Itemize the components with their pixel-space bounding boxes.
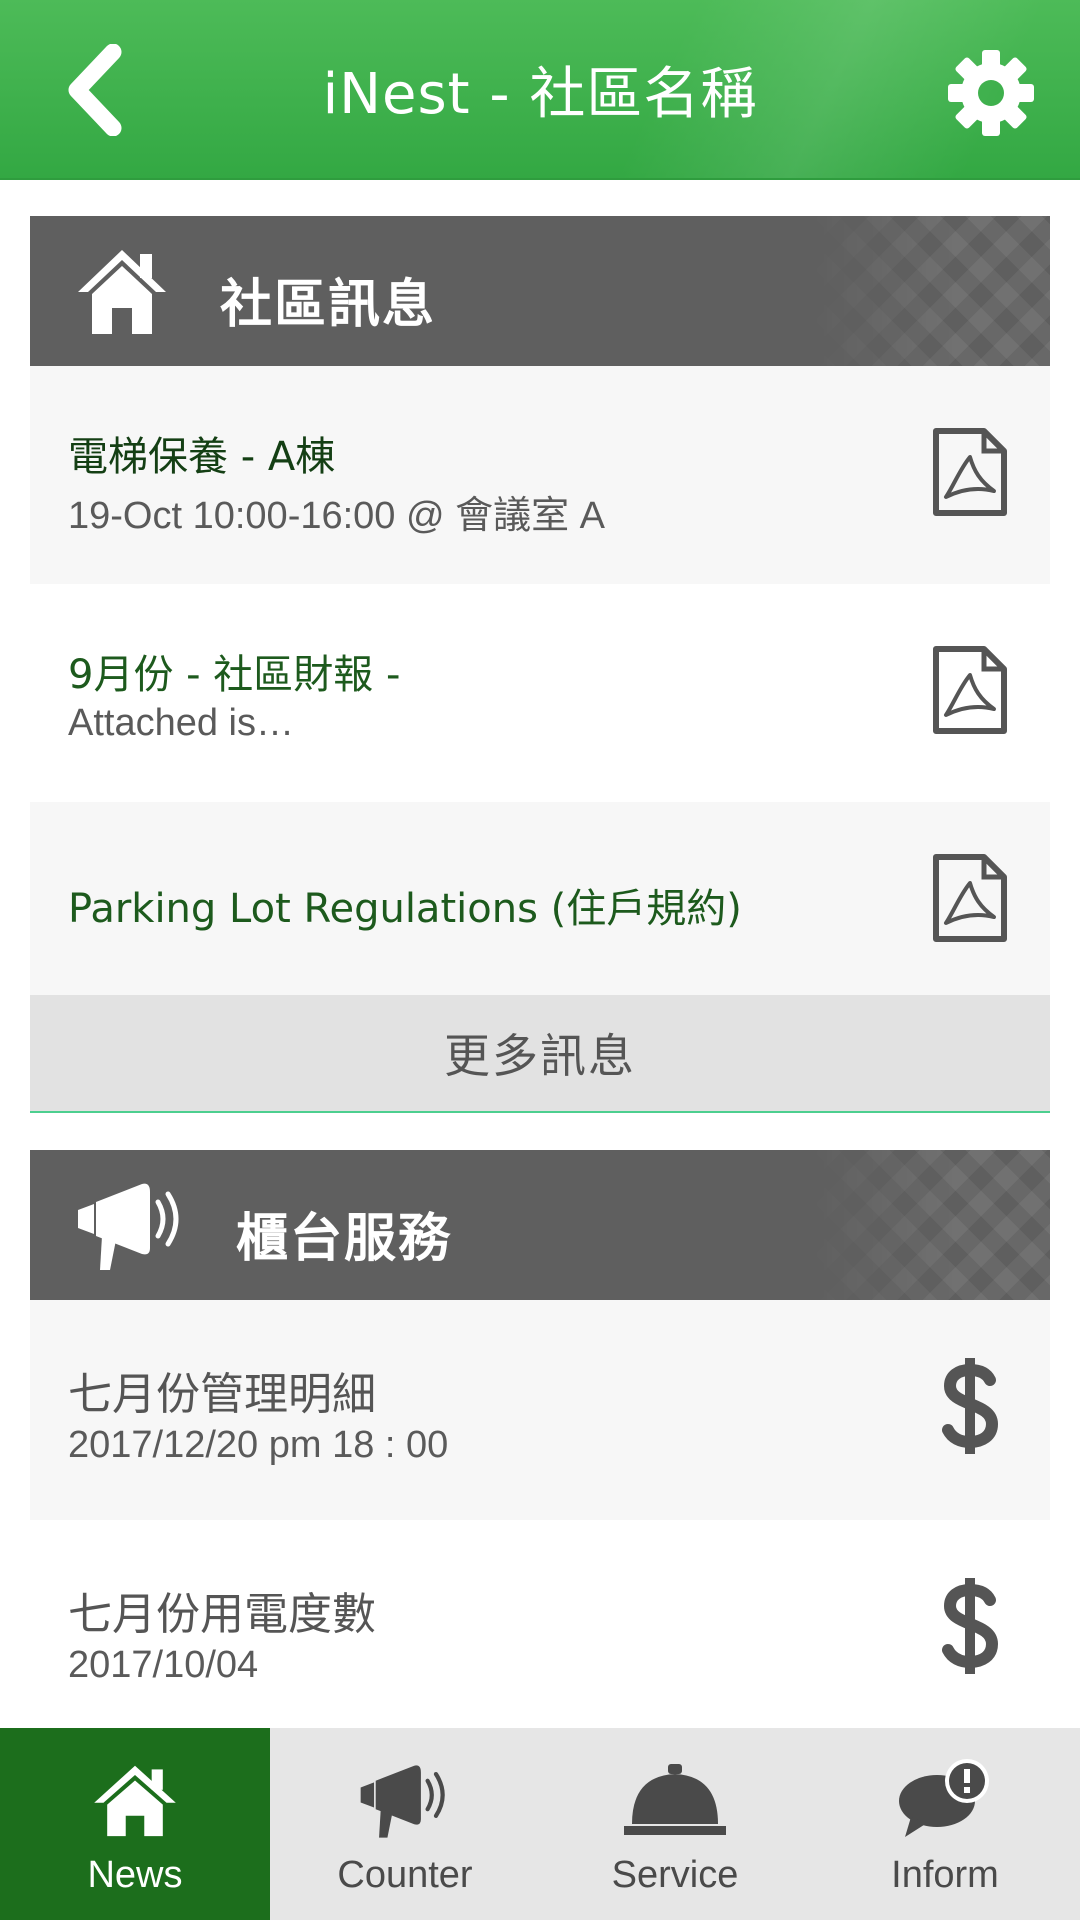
tab-counter[interactable]: Counter	[270, 1728, 540, 1920]
tab-counter-label: Counter	[337, 1854, 473, 1896]
service-bell-icon	[624, 1764, 726, 1835]
counter-item-1[interactable]: 七月份管理明細 2017/12/20 pm 18 : 00	[30, 1300, 1050, 1520]
counter-section-title: 櫃台服務	[236, 1209, 453, 1269]
alert-speech-bubble-icon	[899, 1759, 989, 1837]
home-icon	[78, 250, 166, 334]
counter-item-2[interactable]: 七月份用電度數 2017/10/04	[30, 1520, 1050, 1728]
pdf-icon[interactable]	[932, 427, 1008, 517]
tab-news[interactable]: News	[0, 1728, 270, 1920]
tab-service-label: Service	[611, 1854, 739, 1896]
home-icon	[94, 1765, 176, 1837]
settings-button[interactable]	[948, 50, 1034, 136]
tab-inform-label: Inform	[891, 1854, 999, 1896]
news-item-title: 電梯保養 - A棟	[68, 434, 336, 480]
counter-section-header: 櫃台服務	[30, 1150, 1050, 1300]
header-pattern	[810, 216, 1050, 366]
pdf-icon[interactable]	[932, 645, 1008, 735]
gear-icon	[948, 50, 1034, 136]
dollar-icon	[942, 1578, 999, 1674]
news-item-title: 9月份 - 社區財報 -	[68, 652, 401, 698]
bottom-nav: News Counter Service Inform	[0, 1728, 1080, 1920]
counter-item-title: 七月份用電度數	[68, 1589, 376, 1640]
counter-item-subtitle: 2017/12/20 pm 18 : 00	[68, 1424, 449, 1466]
more-news-label: 更多訊息	[444, 1029, 636, 1083]
back-button[interactable]	[60, 44, 130, 136]
pdf-icon[interactable]	[932, 853, 1008, 943]
tab-news-label: News	[87, 1854, 183, 1896]
header-pattern	[810, 1150, 1050, 1300]
news-item-subtitle: 19-Oct 10:00-16:00 @ 會議室 A	[68, 495, 606, 537]
tab-inform[interactable]: Inform	[810, 1728, 1080, 1920]
news-item-2[interactable]: 9月份 - 社區財報 - Attached is…	[30, 584, 1050, 802]
news-item-1[interactable]: 電梯保養 - A棟 19-Oct 10:00-16:00 @ 會議室 A	[30, 366, 1050, 584]
more-news-button[interactable]: 更多訊息	[30, 995, 1050, 1113]
page-title: iNest - 社區名稱	[322, 61, 758, 127]
news-section-title: 社區訊息	[220, 275, 437, 335]
tab-service[interactable]: Service	[540, 1728, 810, 1920]
megaphone-icon	[360, 1765, 445, 1838]
news-section-header: 社區訊息	[30, 216, 1050, 366]
news-item-title: Parking Lot Regulations (住戶規約)	[68, 886, 742, 932]
chevron-left-icon	[68, 44, 122, 136]
dollar-icon	[942, 1358, 999, 1454]
news-item-3[interactable]: Parking Lot Regulations (住戶規約)	[30, 802, 1050, 995]
app-screen: iNest - 社區名稱 社區訊息 電梯保養 - A棟 19-Oct 10:00…	[0, 0, 1080, 1920]
megaphone-icon	[78, 1183, 179, 1270]
news-item-subtitle: Attached is…	[68, 702, 294, 744]
app-header: iNest - 社區名稱	[0, 0, 1080, 180]
counter-item-title: 七月份管理明細	[68, 1369, 376, 1420]
counter-item-subtitle: 2017/10/04	[68, 1644, 259, 1686]
